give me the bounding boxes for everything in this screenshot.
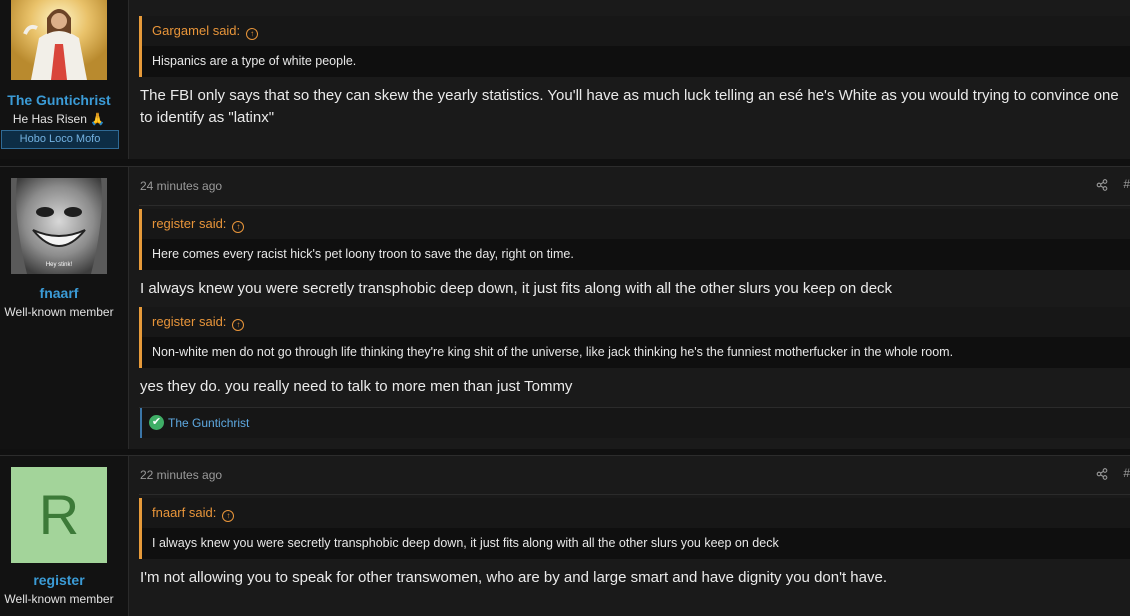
post-fnaarf: Hey stink! fnaarf Well-known member 24 m… bbox=[0, 166, 1130, 449]
like-check-icon: ✔ bbox=[149, 415, 164, 430]
quote-text: Hispanics are a type of white people. bbox=[142, 46, 1130, 77]
quote-block: register said: ↑ Here comes every racist … bbox=[139, 209, 1130, 270]
user-cell: The Guntichrist He Has Risen 🙏 Hobo Loco… bbox=[0, 0, 129, 159]
post-content: 22 minutes ago # fnaarf said: ↑ I always … bbox=[129, 456, 1130, 616]
avatar-letter: R bbox=[38, 483, 80, 546]
divider bbox=[139, 205, 1130, 206]
user-title: Well-known member bbox=[4, 305, 114, 319]
message-text: yes they do. you really need to talk to … bbox=[140, 378, 573, 395]
avatar[interactable]: Hey stink! bbox=[11, 178, 107, 274]
quote-text: I always knew you were secretly transpho… bbox=[142, 528, 1130, 559]
user-banner: Hobo Loco Mofo bbox=[1, 130, 119, 149]
post-number[interactable]: # bbox=[1123, 466, 1130, 480]
quote-text: Here comes every racist hick's pet loony… bbox=[142, 239, 1130, 270]
reactions-bar[interactable]: ✔ The Guntichrist bbox=[140, 408, 1130, 438]
arrow-up-circle-icon[interactable]: ↑ bbox=[232, 221, 245, 233]
quote-author[interactable]: register said: bbox=[152, 314, 226, 329]
username[interactable]: The Guntichrist bbox=[0, 92, 118, 108]
post-register: R register Well-known member 22 minutes … bbox=[0, 455, 1130, 616]
arrow-up-circle-icon[interactable]: ↑ bbox=[232, 319, 245, 331]
post-number[interactable]: # bbox=[1123, 177, 1130, 191]
quote-author-link[interactable]: fnaarf said: ↑ bbox=[142, 498, 1130, 528]
quote-author-link[interactable]: register said: ↑ bbox=[142, 307, 1130, 337]
quote-author-link[interactable]: Gargamel said: ↑ bbox=[142, 16, 1130, 46]
quote-author[interactable]: fnaarf said: bbox=[152, 505, 216, 520]
share-icon[interactable] bbox=[1096, 178, 1108, 196]
divider bbox=[139, 494, 1130, 495]
post-content: 24 minutes ago # register said: ↑ Here co… bbox=[129, 167, 1130, 449]
quote-author-link[interactable]: register said: ↑ bbox=[142, 209, 1130, 239]
message-text: I'm not allowing you to speak for other … bbox=[140, 569, 887, 586]
username[interactable]: fnaarf bbox=[0, 285, 118, 301]
quote-author[interactable]: Gargamel said: bbox=[152, 23, 240, 38]
user-cell: Hey stink! fnaarf Well-known member bbox=[0, 167, 129, 449]
quote-block: register said: ↑ Non-white men do not go … bbox=[139, 307, 1130, 368]
reaction-users[interactable]: The Guntichrist bbox=[168, 416, 249, 430]
post-time[interactable]: 24 minutes ago bbox=[140, 179, 222, 193]
post-guntichrist: The Guntichrist He Has Risen 🙏 Hobo Loco… bbox=[0, 0, 1130, 159]
avatar[interactable] bbox=[11, 0, 107, 80]
avatar-caption: Hey stink! bbox=[46, 262, 73, 268]
message-text: The FBI only says that so they can skew … bbox=[140, 87, 1119, 126]
post-content: Gargamel said: ↑ Hispanics are a type of … bbox=[129, 0, 1130, 159]
arrow-up-circle-icon[interactable]: ↑ bbox=[246, 28, 259, 40]
user-title: He Has Risen 🙏 bbox=[12, 112, 106, 126]
share-icon[interactable] bbox=[1096, 467, 1108, 485]
arrow-up-circle-icon[interactable]: ↑ bbox=[222, 510, 235, 522]
quote-block: fnaarf said: ↑ I always knew you were sec… bbox=[139, 498, 1130, 559]
message-text: I always knew you were secretly transpho… bbox=[140, 280, 893, 297]
username[interactable]: register bbox=[0, 572, 118, 588]
quote-text: Non-white men do not go through life thi… bbox=[142, 337, 1130, 368]
post-time[interactable]: 22 minutes ago bbox=[140, 468, 222, 482]
user-cell: R register Well-known member bbox=[0, 456, 129, 616]
user-title: Well-known member bbox=[4, 592, 114, 606]
quote-block: Gargamel said: ↑ Hispanics are a type of … bbox=[139, 16, 1130, 77]
quote-author[interactable]: register said: bbox=[152, 216, 226, 231]
avatar[interactable]: R bbox=[11, 467, 107, 563]
